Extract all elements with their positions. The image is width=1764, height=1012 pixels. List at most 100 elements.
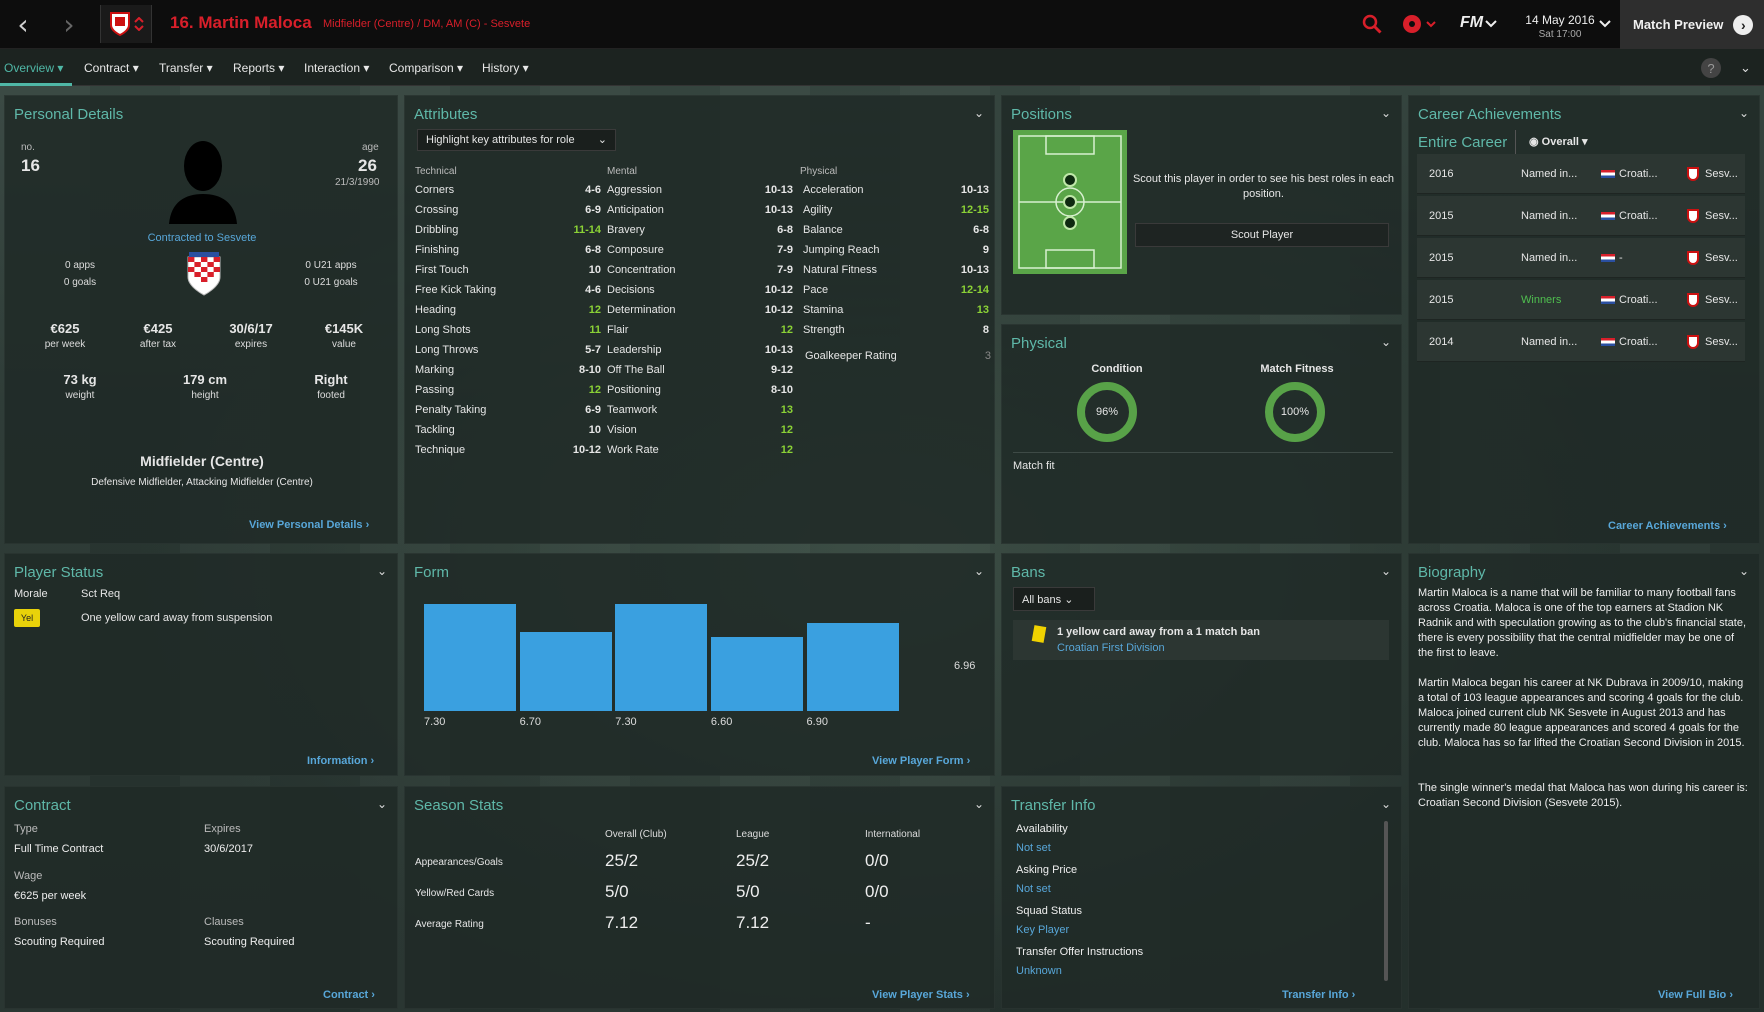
chevron-down-icon[interactable]: ⌄ [1381, 797, 1391, 811]
tab-reports[interactable]: Reports ▾ [233, 61, 284, 75]
back-arrow-icon[interactable]: ‹ [0, 0, 46, 49]
attribute-row[interactable]: Dribbling 11-14 [415, 220, 601, 240]
scrollbar[interactable] [1384, 821, 1388, 981]
attribute-row[interactable]: Anticipation 10-13 [607, 200, 793, 220]
attribute-row[interactable]: Penalty Taking 6-9 [415, 400, 601, 420]
chevron-down-icon[interactable]: ⌄ [1740, 60, 1751, 76]
chevron-down-icon[interactable]: ⌄ [974, 797, 984, 811]
chevron-down-icon[interactable]: ⌄ [1739, 564, 1749, 578]
tab-history[interactable]: History ▾ [482, 61, 529, 75]
chevron-down-icon[interactable] [1599, 20, 1611, 28]
attribute-row[interactable]: Aggression 10-13 [607, 180, 793, 200]
achievement-row[interactable]: 2015 Winners Croati... Sesv... [1417, 280, 1745, 320]
career-achievements-link[interactable]: Career Achievements › [1608, 520, 1727, 532]
tab-contract[interactable]: Contract ▾ [84, 61, 139, 75]
view-full-bio-link[interactable]: View Full Bio › [1658, 989, 1733, 1001]
chevron-down-icon[interactable]: ⌄ [974, 564, 984, 578]
form-bar[interactable] [615, 604, 708, 711]
scout-player-button[interactable]: Scout Player [1135, 223, 1389, 247]
attribute-row[interactable]: Pace 12-14 [803, 280, 989, 300]
form-bar[interactable] [519, 632, 612, 711]
chevron-down-icon[interactable]: ⌄ [1381, 106, 1391, 120]
attribute-row[interactable]: Acceleration 10-13 [803, 180, 989, 200]
chevron-down-icon[interactable] [1485, 20, 1497, 28]
ban-row[interactable]: 1 yellow card away from a 1 match ban Cr… [1013, 620, 1389, 660]
attribute-row[interactable]: Bravery 6-8 [607, 220, 793, 240]
transfer-field-value[interactable]: Key Player [1016, 924, 1069, 936]
highlight-role-dropdown[interactable]: Highlight key attributes for role ⌄ [417, 129, 616, 151]
attribute-row[interactable]: Positioning 8-10 [607, 380, 793, 400]
chevron-down-icon[interactable]: ⌄ [377, 564, 387, 578]
attribute-row[interactable]: Determination 10-12 [607, 300, 793, 320]
attribute-row[interactable]: Composure 7-9 [607, 240, 793, 260]
attribute-row[interactable]: Free Kick Taking 4-6 [415, 280, 601, 300]
attr-value: 10-13 [764, 204, 793, 216]
attribute-row[interactable]: Marking 8-10 [415, 360, 601, 380]
tab-overview[interactable]: Overview ▾ [4, 61, 63, 75]
attribute-row[interactable]: Balance 6-8 [803, 220, 989, 240]
attribute-row[interactable]: Off The Ball 9-12 [607, 360, 793, 380]
achievement-club: Sesv... [1705, 167, 1738, 180]
achievement-row[interactable]: 2015 Named in... Croati... Sesv... [1417, 196, 1745, 236]
club-crest-button[interactable] [100, 5, 152, 43]
club-menu-icon[interactable] [1402, 14, 1438, 36]
tab-interaction[interactable]: Interaction ▾ [304, 61, 369, 75]
chevron-down-icon[interactable]: ⌄ [1381, 335, 1391, 349]
achievement-row[interactable]: 2016 Named in... Croati... Sesv... [1417, 154, 1745, 194]
attribute-row[interactable]: Natural Fitness 10-13 [803, 260, 989, 280]
fm-logo[interactable]: FM [1460, 14, 1483, 32]
bio-paragraph: The single winner's medal that Maloca ha… [1418, 782, 1748, 809]
contracted-link[interactable]: Contracted to Sesvete [5, 232, 399, 244]
attr-name: Pace [803, 284, 829, 296]
ban-competition[interactable]: Croatian First Division [1057, 642, 1165, 654]
view-player-stats-link[interactable]: View Player Stats › [872, 989, 970, 1001]
other-positions: Defensive Midfielder, Attacking Midfield… [91, 477, 313, 488]
search-icon[interactable] [1362, 14, 1382, 34]
attribute-row[interactable]: Corners 4-6 [415, 180, 601, 200]
attribute-row[interactable]: Finishing 6-8 [415, 240, 601, 260]
transfer-field-value[interactable]: Not set [1016, 883, 1051, 895]
attribute-row[interactable]: Concentration 7-9 [607, 260, 793, 280]
attribute-row[interactable]: Long Shots 11 [415, 320, 601, 340]
overall-dropdown[interactable]: ◉ Overall ▾ [1529, 135, 1588, 148]
achievement-row[interactable]: 2014 Named in... Croati... Sesv... [1417, 322, 1745, 362]
transfer-info-link[interactable]: Transfer Info › [1282, 989, 1355, 1001]
attribute-row[interactable]: Technique 10-12 [415, 440, 601, 460]
chevron-down-icon[interactable]: ⌄ [377, 797, 387, 811]
attribute-row[interactable]: Work Rate 12 [607, 440, 793, 460]
achievement-row[interactable]: 2015 Named in... - Sesv... [1417, 238, 1745, 278]
attribute-row[interactable]: Decisions 10-12 [607, 280, 793, 300]
transfer-field-value[interactable]: Unknown [1016, 965, 1062, 977]
chevron-down-icon[interactable]: ⌄ [1381, 564, 1391, 578]
attribute-row[interactable]: Leadership 10-13 [607, 340, 793, 360]
attribute-row[interactable]: Stamina 13 [803, 300, 989, 320]
chevron-down-icon[interactable]: ⌄ [974, 106, 984, 120]
attribute-row[interactable]: First Touch 10 [415, 260, 601, 280]
attribute-row[interactable]: Heading 12 [415, 300, 601, 320]
attribute-row[interactable]: Crossing 6-9 [415, 200, 601, 220]
attribute-row[interactable]: Jumping Reach 9 [803, 240, 989, 260]
all-bans-dropdown[interactable]: All bans ⌄ [1013, 587, 1095, 611]
contract-link[interactable]: Contract › [323, 989, 375, 1001]
transfer-field-value[interactable]: Not set [1016, 842, 1051, 854]
form-bar[interactable] [424, 604, 516, 711]
information-link[interactable]: Information › [307, 755, 374, 767]
forward-arrow-icon[interactable]: › [46, 0, 92, 49]
form-bar[interactable] [710, 637, 803, 711]
match-preview-button[interactable]: Match Preview › [1620, 0, 1764, 49]
attribute-row[interactable]: Tackling 10 [415, 420, 601, 440]
form-bar[interactable] [806, 623, 899, 711]
attribute-row[interactable]: Agility 12-15 [803, 200, 989, 220]
help-icon[interactable]: ? [1701, 58, 1721, 78]
attribute-row[interactable]: Strength 8 [803, 320, 989, 340]
tab-comparison[interactable]: Comparison ▾ [389, 61, 463, 75]
attribute-row[interactable]: Long Throws 5-7 [415, 340, 601, 360]
attribute-row[interactable]: Vision 12 [607, 420, 793, 440]
attribute-row[interactable]: Flair 12 [607, 320, 793, 340]
attribute-row[interactable]: Passing 12 [415, 380, 601, 400]
chevron-down-icon[interactable]: ⌄ [1739, 106, 1749, 120]
view-personal-details-link[interactable]: View Personal Details › [249, 519, 369, 531]
view-player-form-link[interactable]: View Player Form › [872, 755, 970, 767]
tab-transfer[interactable]: Transfer ▾ [159, 61, 213, 75]
attribute-row[interactable]: Teamwork 13 [607, 400, 793, 420]
